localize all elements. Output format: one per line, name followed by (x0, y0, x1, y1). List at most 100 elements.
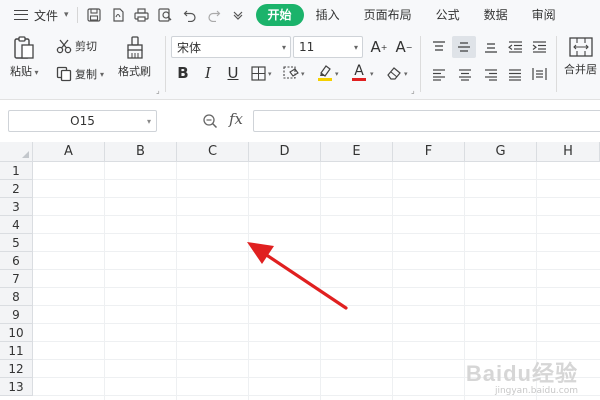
chevron-down-icon[interactable]: ▾ (404, 70, 408, 78)
bold-icon[interactable]: B (174, 64, 192, 82)
row-header-5[interactable]: 5 (0, 234, 33, 252)
divider (165, 36, 166, 92)
row-header-9[interactable]: 9 (0, 306, 33, 324)
tab-home[interactable]: 开始 (255, 4, 304, 26)
row-header-13[interactable]: 13 (0, 378, 33, 396)
file-menu[interactable]: 文件 ▾ (0, 0, 69, 30)
column-header-a[interactable]: A (33, 142, 105, 162)
column-header-e[interactable]: E (321, 142, 393, 162)
align-right-icon[interactable] (482, 66, 500, 84)
distributed-align-icon[interactable] (530, 65, 548, 83)
merge-center-button[interactable]: 合并居 (564, 36, 597, 77)
cell-fill-icon[interactable] (282, 64, 300, 82)
copy-label: 复制 (75, 68, 97, 81)
cut-button[interactable]: 剪切 (56, 38, 97, 54)
select-all-button[interactable] (0, 142, 33, 162)
row-header-7[interactable]: 7 (0, 270, 33, 288)
export-pdf-icon[interactable] (110, 7, 126, 23)
decrease-indent-icon[interactable] (506, 38, 524, 56)
highlight-color-icon[interactable] (316, 63, 334, 81)
formula-input[interactable] (253, 110, 600, 132)
column-header-f[interactable]: F (393, 142, 465, 162)
row-header-3[interactable]: 3 (0, 198, 33, 216)
grid-line (33, 269, 600, 270)
row-header-10[interactable]: 10 (0, 324, 33, 342)
grid-line (33, 323, 600, 324)
font-color-icon[interactable]: A (350, 62, 368, 82)
cut-label: 剪切 (75, 40, 97, 53)
column-header-c[interactable]: C (177, 142, 249, 162)
eraser-icon[interactable] (385, 64, 403, 82)
chevron-down-icon: ▾ (64, 10, 69, 20)
align-middle-icon[interactable] (452, 36, 476, 58)
ribbon-toolbar: 粘贴 ▾ 剪切 复制 ▾ 格式刷 宋体 ▾ 11 ▾ A + A − B I U… (0, 30, 600, 100)
format-painter-button[interactable]: 格式刷 (118, 36, 151, 79)
tab-data[interactable]: 数据 (472, 4, 520, 26)
paste-button[interactable]: 粘贴 ▾ (10, 36, 39, 79)
increase-font-size-icon[interactable]: A + (370, 38, 388, 56)
underline-icon[interactable]: U (224, 64, 242, 82)
borders-icon[interactable] (249, 64, 267, 82)
divider (76, 7, 78, 23)
grid-line (33, 179, 600, 180)
italic-icon[interactable]: I (199, 64, 217, 82)
row-header-4[interactable]: 4 (0, 216, 33, 234)
formula-bar: O15 ▾ fx (0, 100, 600, 140)
menu-bar: 文件 ▾ 开始 插入 页面布局 公式 数据 审阅 (0, 0, 600, 30)
tab-page-layout[interactable]: 页面布局 (352, 4, 424, 26)
justify-icon[interactable] (506, 66, 524, 84)
customize-toolbar-icon[interactable] (230, 7, 246, 23)
chevron-down-icon: ▾ (281, 42, 286, 52)
column-header-g[interactable]: G (465, 142, 537, 162)
align-top-icon[interactable] (430, 38, 448, 56)
column-header-h[interactable]: H (537, 142, 600, 162)
align-center-icon[interactable] (456, 66, 474, 84)
row-header-6[interactable]: 6 (0, 252, 33, 270)
grid-line (33, 341, 600, 342)
grid-line (33, 287, 600, 288)
tab-formulas[interactable]: 公式 (424, 4, 472, 26)
chevron-down-icon[interactable]: ▾ (268, 70, 272, 78)
column-header-b[interactable]: B (105, 142, 177, 162)
align-left-icon[interactable] (430, 66, 448, 84)
chevron-down-icon[interactable]: ▾ (301, 70, 305, 78)
redo-icon[interactable] (206, 7, 222, 23)
font-name-select[interactable]: 宋体 ▾ (171, 36, 291, 58)
row-header-12[interactable]: 12 (0, 360, 33, 378)
print-icon[interactable] (134, 7, 150, 23)
grid-line (33, 233, 600, 234)
increase-indent-icon[interactable] (530, 38, 548, 56)
format-painter-label: 格式刷 (118, 65, 151, 78)
divider (420, 36, 421, 92)
dialog-launcher-icon[interactable]: ⌟ (411, 86, 415, 95)
tab-insert[interactable]: 插入 (304, 4, 352, 26)
name-box[interactable]: O15 ▾ (8, 110, 157, 132)
column-header-d[interactable]: D (249, 142, 321, 162)
save-icon[interactable] (86, 7, 102, 23)
insert-function-icon[interactable]: fx (229, 110, 243, 128)
dialog-launcher-icon[interactable]: ⌟ (156, 86, 160, 95)
hamburger-icon (14, 10, 28, 20)
row-header-2[interactable]: 2 (0, 180, 33, 198)
tab-review[interactable]: 审阅 (520, 4, 568, 26)
align-bottom-icon[interactable] (482, 38, 500, 56)
font-name-value: 宋体 (177, 40, 202, 55)
row-header-8[interactable]: 8 (0, 288, 33, 306)
paste-icon (14, 36, 34, 59)
zoom-icon[interactable] (202, 113, 218, 132)
merge-cells-icon (568, 37, 593, 57)
chevron-down-icon[interactable]: ▾ (370, 70, 374, 78)
font-size-select[interactable]: 11 ▾ (293, 36, 363, 58)
chevron-down-icon: ▾ (146, 116, 151, 126)
grid-line (33, 215, 600, 216)
copy-button[interactable]: 复制 ▾ (56, 66, 104, 82)
paste-label: 粘贴 ▾ (10, 65, 39, 78)
row-header-11[interactable]: 11 (0, 342, 33, 360)
print-preview-icon[interactable] (158, 7, 174, 23)
chevron-down-icon[interactable]: ▾ (335, 70, 339, 78)
ribbon-tabs: 开始 插入 页面布局 公式 数据 审阅 (255, 0, 568, 30)
name-box-value: O15 (70, 114, 95, 128)
row-header-1[interactable]: 1 (0, 162, 33, 180)
undo-icon[interactable] (182, 7, 198, 23)
decrease-font-size-icon[interactable]: A − (395, 38, 413, 56)
